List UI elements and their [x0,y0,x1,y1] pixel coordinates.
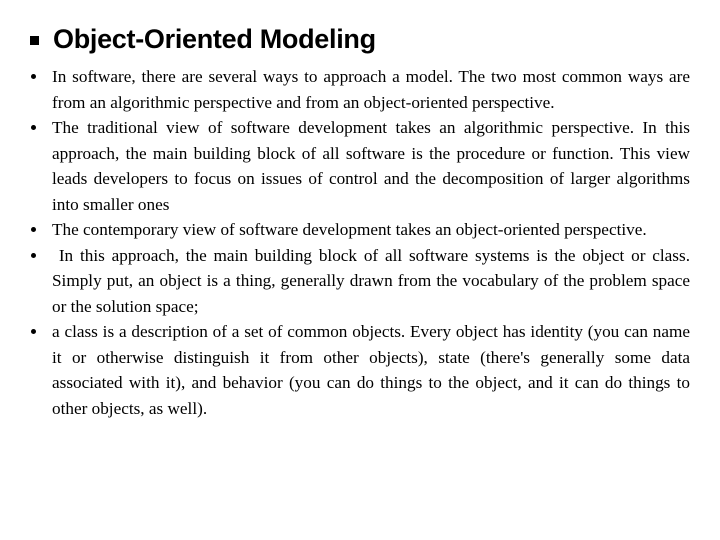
bullet-text: In this approach, the main building bloc… [52,245,690,316]
slide-title: Object-Oriented Modeling [53,24,376,54]
bullet-dot-icon [31,227,36,232]
bullet-item: The traditional view of software develop… [30,115,690,217]
bullet-dot-icon [31,329,36,334]
bullet-dot-icon [31,252,36,258]
bullet-item: In software, there are several ways to a… [30,64,690,115]
bullet-text: a class is a description of a set of com… [52,322,690,418]
bullet-item: a class is a description of a set of com… [30,319,690,421]
bullet-dot-icon [31,74,36,79]
bullet-text: In software, there are several ways to a… [52,67,690,112]
slide-header: Object-Oriented Modeling [30,24,376,55]
square-bullet-icon [30,36,39,45]
bullet-list: In software, there are several ways to a… [30,64,690,421]
bullet-item: In this approach, the main building bloc… [30,243,690,320]
bullet-text: The traditional view of software develop… [52,118,690,214]
bullet-dot-icon [31,125,36,130]
bullet-item: The contemporary view of software develo… [30,217,690,243]
bullet-text: The contemporary view of software develo… [52,220,647,239]
